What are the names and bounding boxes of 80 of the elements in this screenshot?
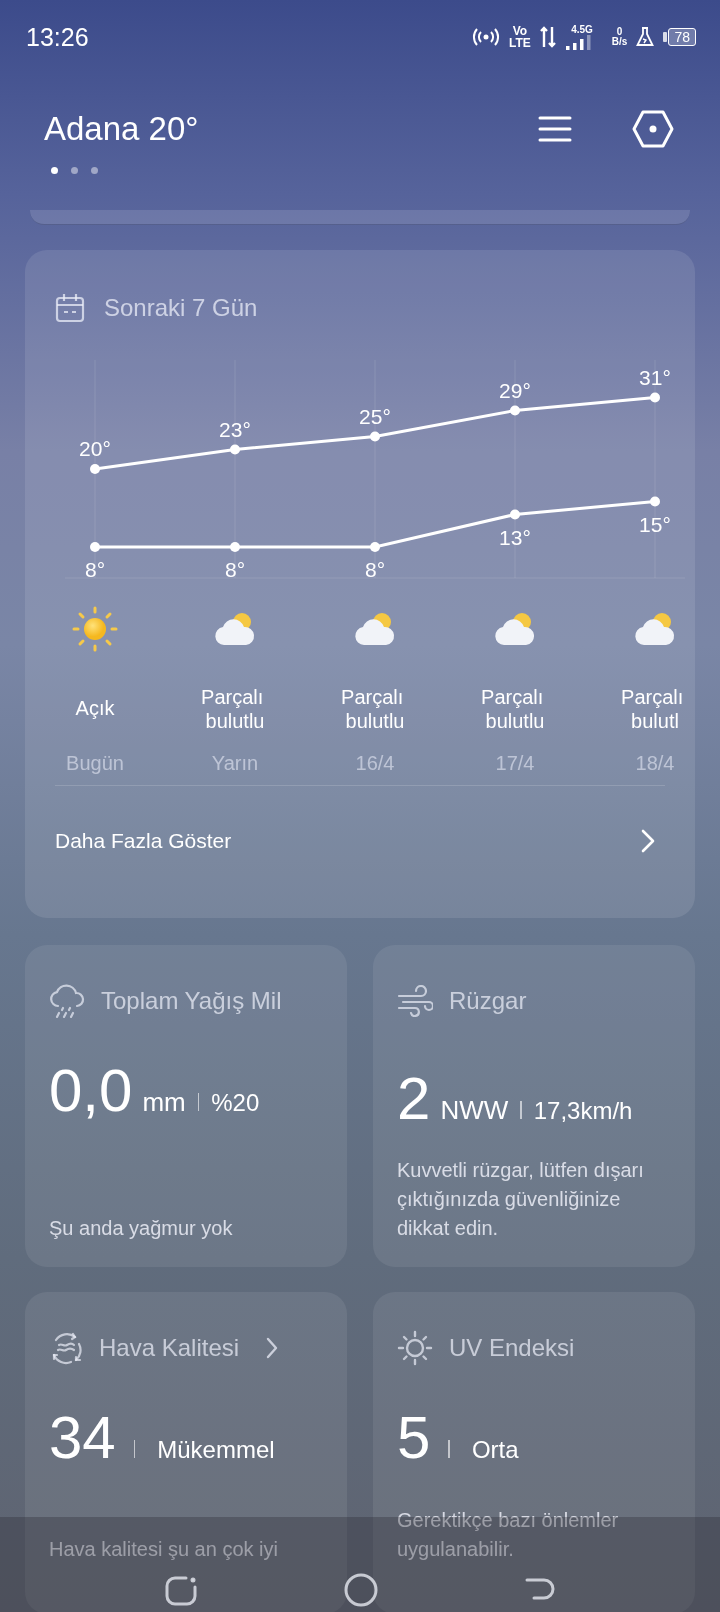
data-point [370,542,380,552]
cloud-sun-icon [355,613,395,645]
data-point [230,542,240,552]
calendar-icon [55,293,85,323]
temperature-label: 8° [224,558,246,581]
speed-value: 0 [616,27,623,37]
secondary-reading: 17,3km/h [533,1097,633,1125]
day-label: Yarın [211,752,259,774]
card-title: UV Endeksi [449,1334,575,1362]
page-indicator-dot[interactable] [51,167,58,174]
condition-label: Parçalı bulutlu [341,686,405,732]
card-description: Gerektikçe bazı önlemler uygulanabilir. [397,1508,620,1562]
signal-icon [564,34,593,50]
show-more-link[interactable]: Daha Fazla Göster [25,786,695,896]
secondary-reading: Orta [471,1436,519,1464]
value-reading: 34 [49,1408,116,1468]
flask-icon [636,27,655,47]
data-point [90,464,100,474]
data-point [510,405,520,416]
value-reading: 5 [397,1408,431,1468]
condition-label: Parçalı bulutlu [201,686,265,732]
battery-indicator: 78 [663,28,696,46]
card-title: Rüzgar [449,987,527,1015]
value-reading: 0,0 [49,1061,133,1121]
card-title: Hava Kalitesi [99,1334,240,1362]
secondary-reading: %20 [211,1089,260,1117]
data-point [230,444,240,455]
chevron-right-icon [641,829,655,853]
condition-label: Açık [75,697,115,719]
wind-icon [397,985,433,1017]
temperature-label: 13° [499,525,531,549]
page-indicator-dot[interactable] [91,167,98,174]
secondary-reading: Mükemmel [157,1436,275,1464]
lte-label: LTE [509,37,531,49]
temperature-label: 20° [79,437,111,460]
condition-label: Parçalı bulutl [621,686,684,732]
page-indicator-dot[interactable] [71,167,78,174]
sun-outline-icon [397,1330,433,1366]
data-point [650,392,660,403]
data-point [90,542,100,552]
card-description: Kuvvetli rüzgar, lütfen dışarı çıktığınızda güvenliğinize dikkat edin. [397,1158,645,1241]
card-title: Toplam Yağış Mil [101,987,282,1015]
home-icon[interactable] [343,1572,379,1608]
unit-label: NWW [440,1095,509,1126]
volte-label: Vo [512,25,528,37]
temperature-label: 29° [499,378,531,402]
day-label: Bugün [66,752,124,774]
menu-icon[interactable] [538,115,572,143]
temperature-label: 15° [639,512,671,536]
temperature-label: 25° [359,404,391,428]
recent-apps-icon[interactable] [164,1574,198,1608]
data-transfer-icon [539,26,556,48]
data-point [510,509,520,520]
value-reading: 2 [397,1069,431,1129]
clock-time: 13:26 [26,22,90,52]
day-label: 18/4 [635,752,675,774]
data-point [370,431,380,442]
data-point [650,496,660,507]
chevron-right-icon[interactable] [265,1337,280,1359]
cloud-sun-icon [635,613,675,645]
card-description: Şu anda yağmur yok [49,1216,234,1241]
temperature-label: 8° [84,558,106,581]
unit-label: mm [142,1087,186,1118]
temperature-label: 23° [219,417,251,441]
day-label: 16/4 [355,752,395,774]
cloud-sun-icon [495,613,535,645]
settings-icon[interactable] [632,110,674,148]
speed-unit: B/s [611,37,628,47]
sun-icon [74,608,116,650]
day-label: 17/4 [495,752,535,774]
card-description: Hava kalitesi şu an çok iyi [49,1537,279,1562]
temperature-label: 31° [639,365,671,389]
network-type-label: 4.5G [571,24,593,35]
city-title: Adana 20° [44,110,200,148]
rain-cloud-icon [49,984,85,1018]
cloud-sun-icon [215,613,255,645]
hotspot-icon [472,27,501,47]
section-title: Sonraki 7 Gün [104,294,258,322]
temperature-label: 8° [364,558,386,581]
condition-label: Parçalı bulutlu [481,686,545,732]
